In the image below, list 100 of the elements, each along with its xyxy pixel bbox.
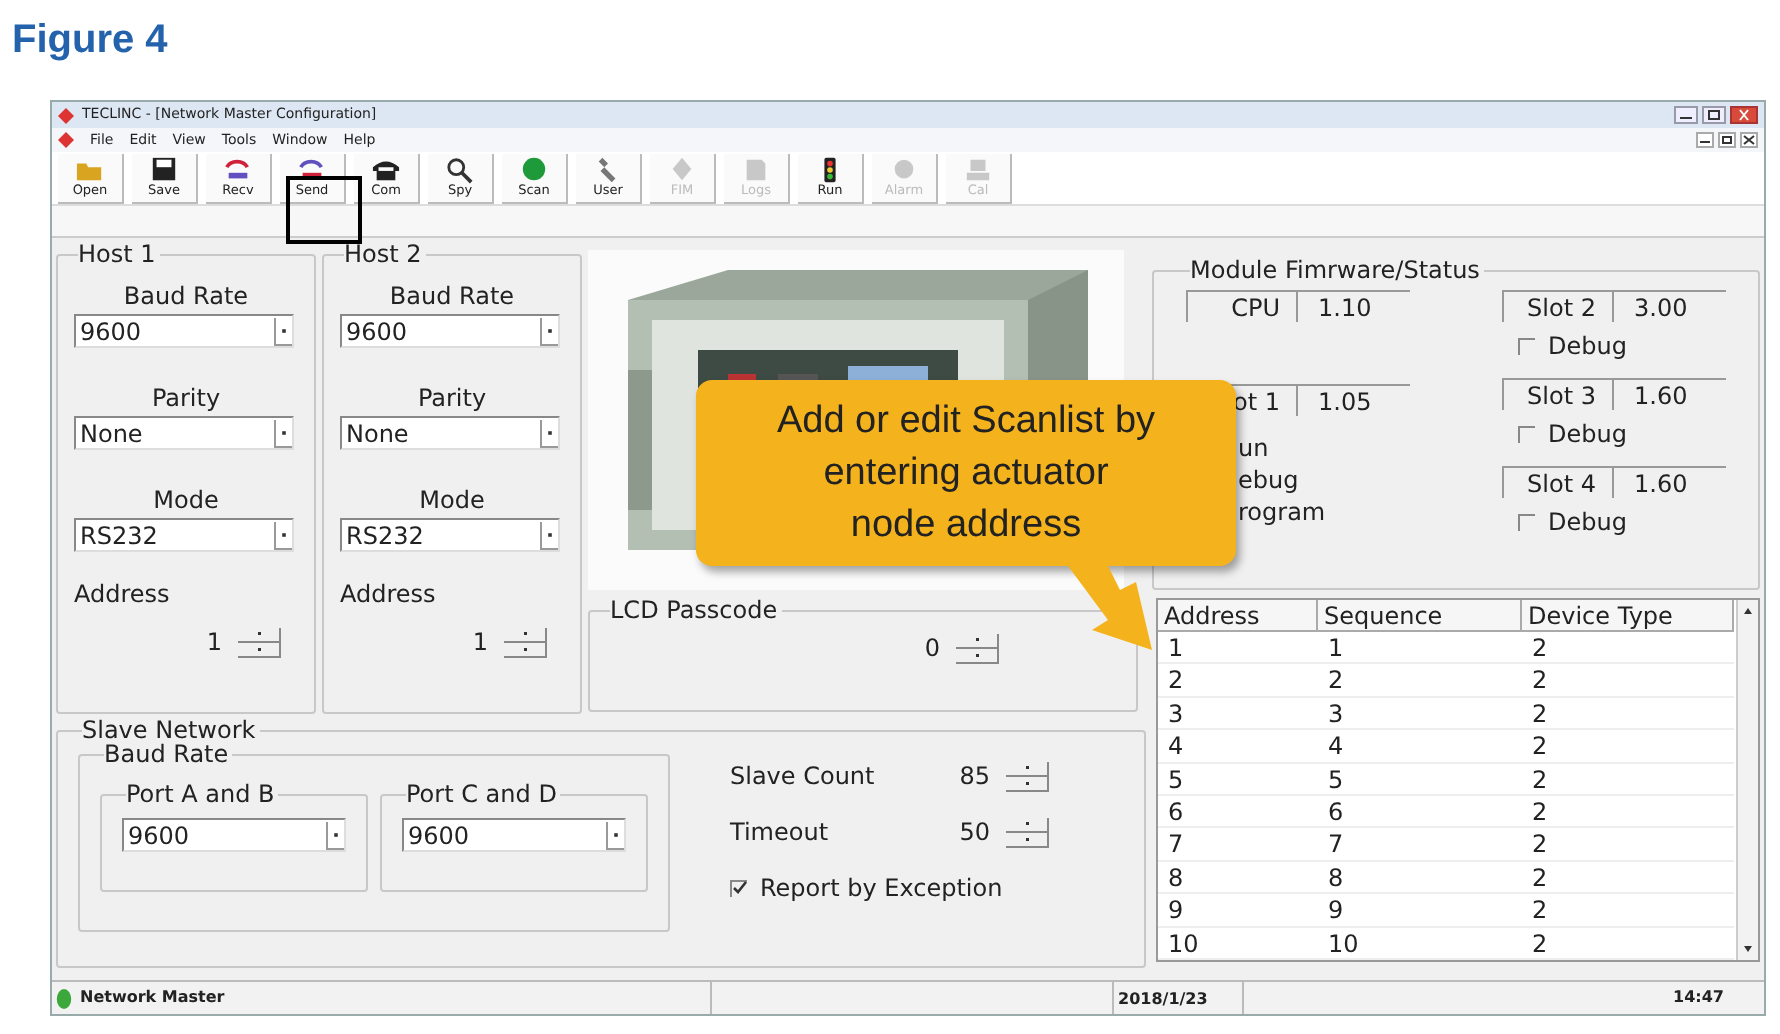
- dropdown-arrow-icon: [540, 521, 558, 549]
- table-cell-text: 2: [1166, 664, 1186, 696]
- scrollbar[interactable]: [1736, 600, 1758, 960]
- table-cell-text: 7: [1166, 828, 1186, 860]
- dropdown[interactable]: 9600: [122, 818, 346, 852]
- version-value: 1.10: [1316, 292, 1372, 322]
- checkbox[interactable]: [730, 879, 748, 897]
- version-value: 3.00: [1632, 292, 1688, 322]
- table-cell-text: 2: [1530, 730, 1550, 762]
- table-cell-text: 10: [1326, 927, 1361, 958]
- module-label: Slot 4: [1504, 468, 1614, 498]
- dropdown-arrow-icon: [606, 821, 624, 849]
- dropdown[interactable]: RS232: [340, 518, 560, 552]
- spinner-arrows-icon: [956, 632, 1000, 664]
- field-label: Slave Count: [730, 760, 875, 794]
- number-spinner[interactable]: 0: [924, 630, 1000, 666]
- table-cell-text: 2: [1530, 927, 1550, 958]
- phone-icon: [370, 156, 402, 185]
- mode-label: rogram: [1238, 496, 1328, 528]
- number-spinner[interactable]: 1: [206, 624, 282, 660]
- table-cell-text: 8: [1166, 861, 1186, 893]
- checkbox-label: Debug: [1548, 418, 1627, 452]
- status-time: 14:47: [1673, 986, 1724, 1010]
- highlight-frame: [286, 176, 362, 244]
- dropdown[interactable]: None: [340, 416, 560, 450]
- group-title: Baud Rate: [104, 742, 231, 766]
- group-title: LCD Passcode: [610, 598, 780, 622]
- dropdown[interactable]: None: [74, 416, 294, 450]
- group-title: Port A and B: [126, 782, 277, 806]
- minimize-icon[interactable]: [1674, 106, 1698, 124]
- spinner-arrows-icon: [1006, 816, 1050, 848]
- tray-icon: [962, 156, 994, 185]
- table-cell-text: 3: [1166, 697, 1186, 729]
- field-label: Parity: [417, 382, 487, 416]
- module-label: Slot 2: [1504, 292, 1614, 322]
- checkbox-label: Report by Exception: [760, 872, 1003, 906]
- group-title: Host 1: [78, 242, 158, 266]
- field-label: Timeout: [730, 816, 829, 850]
- table-cell-text: 6: [1326, 795, 1346, 827]
- field-label: Address: [340, 578, 436, 612]
- field-label: Parity: [151, 382, 221, 416]
- restore-icon[interactable]: [1718, 132, 1736, 148]
- number-spinner[interactable]: 85: [959, 758, 1050, 794]
- status-text: Network Master: [80, 986, 225, 1010]
- checkbox-label: Debug: [1548, 506, 1627, 540]
- table-cell-text: 9: [1326, 894, 1346, 926]
- dropdown[interactable]: 9600: [74, 314, 294, 348]
- dropdown-arrow-icon: [326, 821, 344, 849]
- field-label: Baud Rate: [389, 280, 515, 314]
- number-spinner[interactable]: 50: [959, 814, 1050, 850]
- field-label: Mode: [419, 484, 485, 518]
- dropdown[interactable]: 9600: [340, 314, 560, 348]
- close-icon[interactable]: [1730, 106, 1758, 124]
- field-label: Baud Rate: [123, 280, 249, 314]
- table-cell-text: 5: [1166, 763, 1186, 794]
- table-cell-text: 5: [1326, 763, 1346, 794]
- table-cell-text: 3: [1326, 697, 1346, 729]
- checkbox-label: Debug: [1548, 330, 1627, 364]
- table-cell-text: 7: [1326, 828, 1346, 860]
- checkbox[interactable]: [1518, 513, 1536, 531]
- group-title: Port C and D: [406, 782, 559, 806]
- spinner-arrows-icon: [504, 626, 548, 658]
- checkbox[interactable]: [1518, 337, 1536, 355]
- table-cell-text: 8: [1326, 861, 1346, 893]
- dropdown-arrow-icon: [274, 317, 292, 345]
- mode-label: un: [1238, 432, 1271, 464]
- column-header[interactable]: Sequence: [1318, 600, 1522, 630]
- dropdown[interactable]: 9600: [402, 818, 626, 852]
- figure-title: Figure 4: [12, 16, 168, 66]
- dropdown[interactable]: RS232: [74, 518, 294, 552]
- column-header[interactable]: Address: [1158, 600, 1318, 630]
- version-value: 1.05: [1316, 386, 1372, 416]
- table-cell-text: 10: [1166, 927, 1201, 958]
- status-date: 2018/1/23: [1114, 982, 1244, 1014]
- column-header[interactable]: Device Type: [1522, 600, 1734, 630]
- status-led-icon: [56, 987, 72, 1009]
- minimize-icon[interactable]: [1696, 132, 1714, 148]
- dropdown-arrow-icon: [540, 419, 558, 447]
- table-cell-text: 2: [1326, 664, 1346, 696]
- spinner-arrows-icon: [1006, 760, 1050, 792]
- close-icon[interactable]: [1740, 132, 1758, 148]
- table-cell-text: 1: [1326, 632, 1346, 663]
- module-label: Slot 3: [1504, 380, 1614, 410]
- field-label: Mode: [153, 484, 219, 518]
- module-label: CPU: [1188, 292, 1298, 322]
- table-cell-text: 4: [1166, 730, 1186, 762]
- table-cell-text: 2: [1530, 828, 1550, 860]
- dropdown-arrow-icon: [274, 419, 292, 447]
- number-spinner[interactable]: 1: [472, 624, 548, 660]
- version-value: 1.60: [1632, 380, 1688, 410]
- table-cell-text: 2: [1530, 894, 1550, 926]
- search-icon: [444, 156, 476, 185]
- checkbox[interactable]: [1518, 425, 1536, 443]
- field-label: Address: [74, 578, 170, 612]
- callout: Add or edit Scanlist by entering actuator node address: [696, 380, 1236, 566]
- table-cell-text: 6: [1166, 795, 1186, 827]
- dropdown-arrow-icon: [540, 317, 558, 345]
- group-title: Slave Network: [82, 718, 258, 742]
- version-value: 1.60: [1632, 468, 1688, 498]
- maximize-icon[interactable]: [1702, 106, 1726, 124]
